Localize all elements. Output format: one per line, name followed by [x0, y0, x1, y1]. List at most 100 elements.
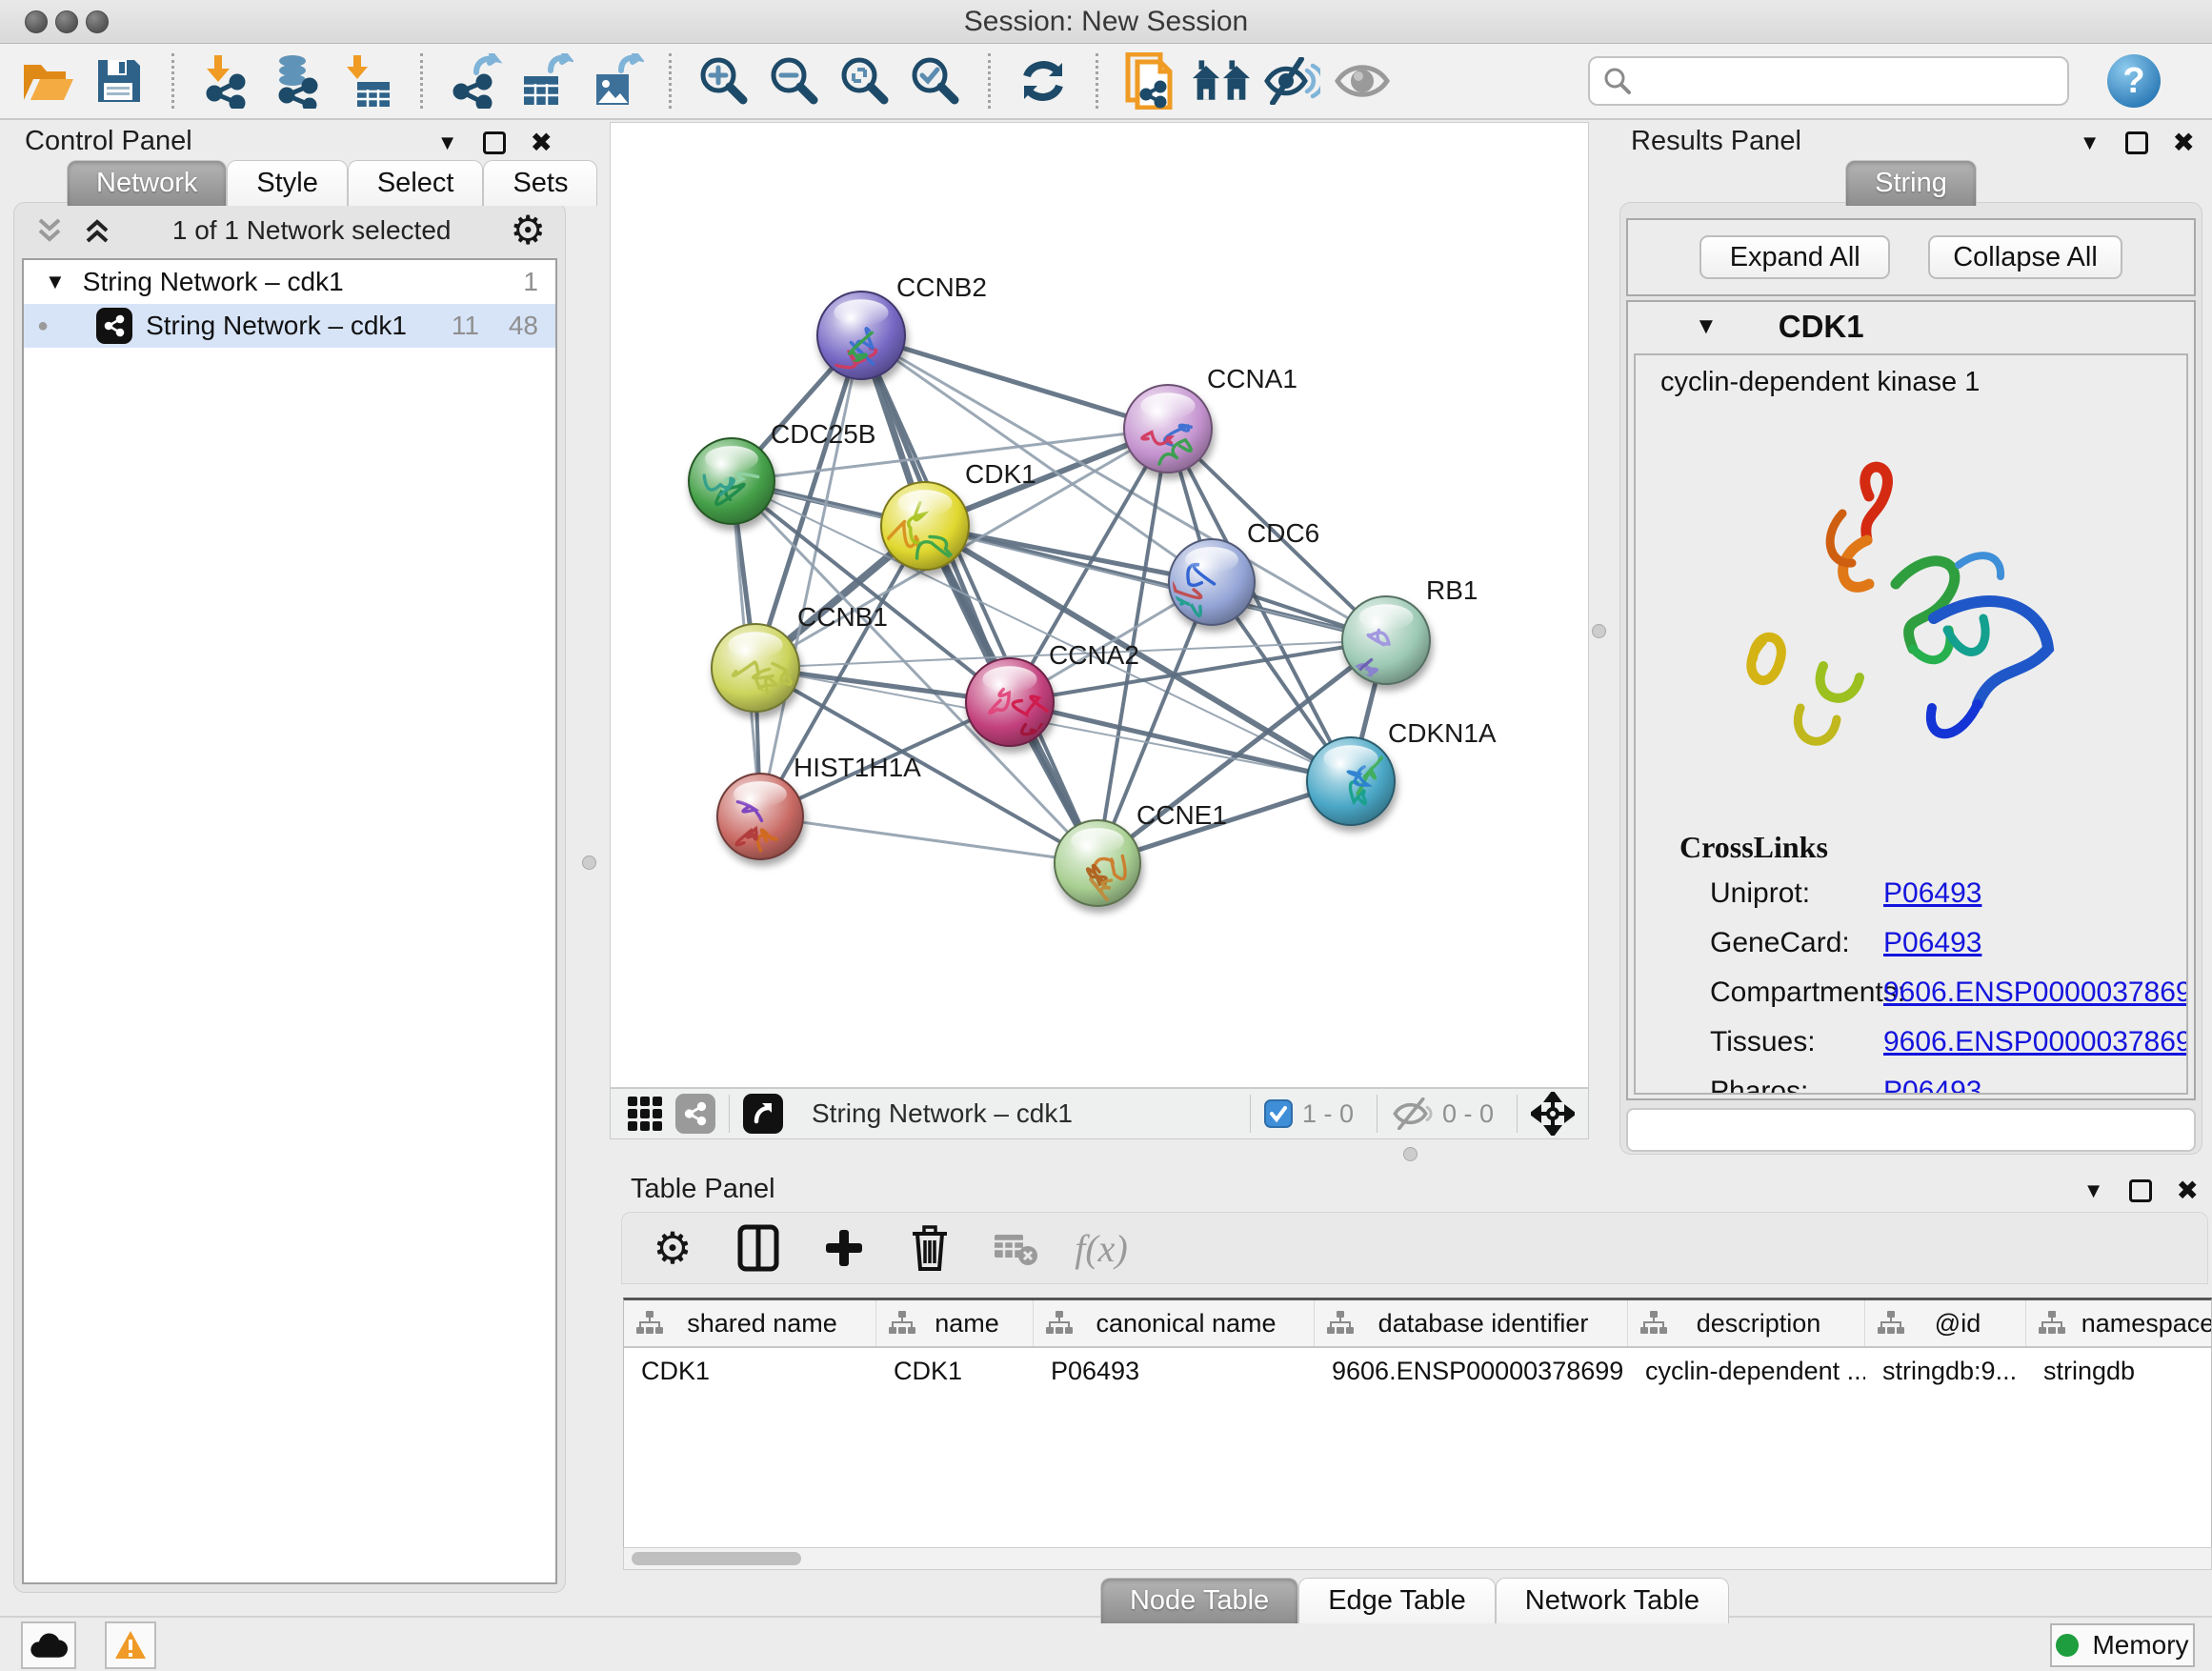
network-edge[interactable] [861, 335, 1168, 429]
crosslink-link[interactable]: 9606.ENSP00000378699 [1883, 976, 2188, 1009]
table-cell[interactable]: CDK1 [624, 1348, 876, 1394]
warnings-button[interactable] [105, 1621, 156, 1669]
section-caret-icon[interactable]: ▼ [1695, 313, 1718, 340]
horizontal-splitter-grip[interactable] [1403, 1147, 1418, 1161]
expand-all-icon[interactable] [81, 214, 113, 247]
grid-view-icon[interactable] [626, 1095, 664, 1133]
fit-selected-crosshair-icon[interactable] [1531, 1092, 1575, 1136]
network-node[interactable] [689, 438, 774, 524]
create-column-icon[interactable] [818, 1222, 870, 1274]
refresh-layout-icon[interactable] [1014, 51, 1073, 111]
table-horizontal-scrollbar[interactable] [623, 1547, 2212, 1570]
tab-edge-table[interactable]: Edge Table [1298, 1578, 1496, 1623]
column-header-description[interactable]: description [1628, 1300, 1865, 1346]
collapse-all-icon[interactable] [33, 214, 66, 247]
memory-button[interactable]: Memory [2050, 1623, 2195, 1667]
panel-close-icon[interactable]: ✖ [2173, 130, 2195, 156]
tab-style[interactable]: Style [227, 160, 347, 206]
column-header-name[interactable]: name [876, 1300, 1034, 1346]
help-icon[interactable]: ? [2107, 54, 2161, 108]
panel-collapse-icon[interactable]: ▼ [2083, 1178, 2104, 1203]
network-node[interactable] [817, 292, 905, 379]
tab-sets[interactable]: Sets [483, 160, 597, 206]
zoom-fit-icon[interactable] [835, 51, 895, 111]
table-options-gear-icon[interactable]: ⚙ [647, 1222, 698, 1274]
column-header-database-identifier[interactable]: database identifier [1315, 1300, 1628, 1346]
network-row[interactable]: ● String Network – cdk1 11 48 [24, 304, 555, 348]
table-row[interactable]: CDK1CDK1P064939606.ENSP00000378699cyclin… [624, 1348, 2211, 1394]
import-table-file-icon[interactable] [338, 51, 397, 111]
network-node[interactable] [1307, 737, 1395, 825]
network-options-gear-icon[interactable]: ⚙ [510, 211, 546, 251]
network-node[interactable] [717, 774, 803, 859]
panel-close-icon[interactable]: ✖ [2177, 1178, 2199, 1204]
export-network-icon[interactable] [446, 51, 505, 111]
left-splitter-grip[interactable] [582, 856, 596, 870]
table-cell[interactable]: cyclin-dependent ... [1628, 1348, 1865, 1394]
network-node[interactable] [966, 658, 1054, 746]
function-builder-icon[interactable]: f(x) [1076, 1222, 1127, 1274]
column-header-namespace[interactable]: namespace [2026, 1300, 2212, 1346]
delete-table-icon[interactable] [990, 1222, 1041, 1274]
crosslink-link[interactable]: P06493 [1883, 1076, 1981, 1095]
tree-caret-icon[interactable]: ▼ [45, 270, 66, 294]
column-header-shared-name[interactable]: shared name [624, 1300, 876, 1346]
crosslink-link[interactable]: P06493 [1883, 927, 1981, 959]
table-cell[interactable]: P06493 [1034, 1348, 1315, 1394]
delete-column-icon[interactable] [904, 1222, 955, 1274]
zoom-selected-icon[interactable] [906, 51, 965, 111]
first-neighbors-icon[interactable] [1192, 51, 1251, 111]
node-section-header[interactable]: ▼ CDK1 [1628, 302, 2194, 352]
panel-close-icon[interactable]: ✖ [531, 130, 553, 156]
panel-collapse-icon[interactable]: ▼ [437, 131, 458, 155]
network-edge[interactable] [760, 816, 1097, 863]
import-network-file-icon[interactable] [197, 51, 256, 111]
table-cell[interactable]: 9606.ENSP00000378699 [1315, 1348, 1628, 1394]
show-columns-icon[interactable] [733, 1222, 784, 1274]
table-cell[interactable]: stringdb:9... [1865, 1348, 2026, 1394]
tab-string[interactable]: String [1845, 160, 1977, 206]
network-node[interactable] [1342, 596, 1430, 702]
birds-eye-view-icon[interactable] [743, 1094, 783, 1134]
search-input[interactable] [1641, 65, 2054, 97]
panel-float-icon[interactable] [2125, 131, 2148, 154]
scrollbar-thumb[interactable] [632, 1552, 801, 1565]
collapse-all-button[interactable]: Collapse All [1928, 235, 2122, 279]
network-node[interactable] [1055, 820, 1140, 906]
hide-selected-icon[interactable] [1262, 51, 1321, 111]
zoom-in-icon[interactable] [694, 51, 754, 111]
network-collection-row[interactable]: ▼ String Network – cdk1 1 [24, 260, 555, 304]
network-node[interactable] [881, 482, 969, 570]
crosslink-link[interactable]: 9606.ENSP00000378699 [1883, 1026, 2188, 1058]
panel-float-icon[interactable] [2129, 1179, 2152, 1202]
tab-network-table[interactable]: Network Table [1496, 1578, 1729, 1623]
table-cell[interactable]: stringdb [2026, 1348, 2212, 1394]
tab-node-table[interactable]: Node Table [1100, 1578, 1298, 1623]
network-share-icon[interactable] [675, 1094, 715, 1134]
selected-checkbox-icon[interactable] [1264, 1099, 1293, 1128]
tab-network[interactable]: Network [67, 160, 227, 206]
network-edge[interactable] [1010, 702, 1351, 781]
import-network-database-icon[interactable] [268, 51, 327, 111]
cloud-status-button[interactable] [21, 1621, 76, 1669]
export-image-icon[interactable] [587, 51, 646, 111]
right-splitter-grip[interactable] [1592, 624, 1606, 638]
network-edge[interactable] [760, 335, 861, 816]
table-cell[interactable]: CDK1 [876, 1348, 1034, 1394]
crosslink-link[interactable]: P06493 [1883, 877, 1981, 910]
network-canvas[interactable]: CCNB2CCNA1CDC25BCDK1CDC6RB1CCNB1CCNA2CDK… [610, 122, 1589, 1088]
column-header--id[interactable]: @id [1865, 1300, 2026, 1346]
network-from-document-icon[interactable] [1121, 51, 1180, 111]
show-all-icon[interactable] [1333, 51, 1392, 111]
panel-float-icon[interactable] [483, 131, 506, 154]
save-session-icon[interactable] [90, 51, 149, 111]
panel-collapse-icon[interactable]: ▼ [2080, 131, 2101, 155]
expand-all-button[interactable]: Expand All [1699, 235, 1890, 279]
network-edge[interactable] [861, 335, 1097, 863]
zoom-out-icon[interactable] [765, 51, 824, 111]
network-node[interactable] [1124, 385, 1212, 473]
column-header-canonical-name[interactable]: canonical name [1034, 1300, 1315, 1346]
tab-select[interactable]: Select [348, 160, 484, 206]
open-session-icon[interactable] [19, 51, 78, 111]
export-table-icon[interactable] [516, 51, 575, 111]
